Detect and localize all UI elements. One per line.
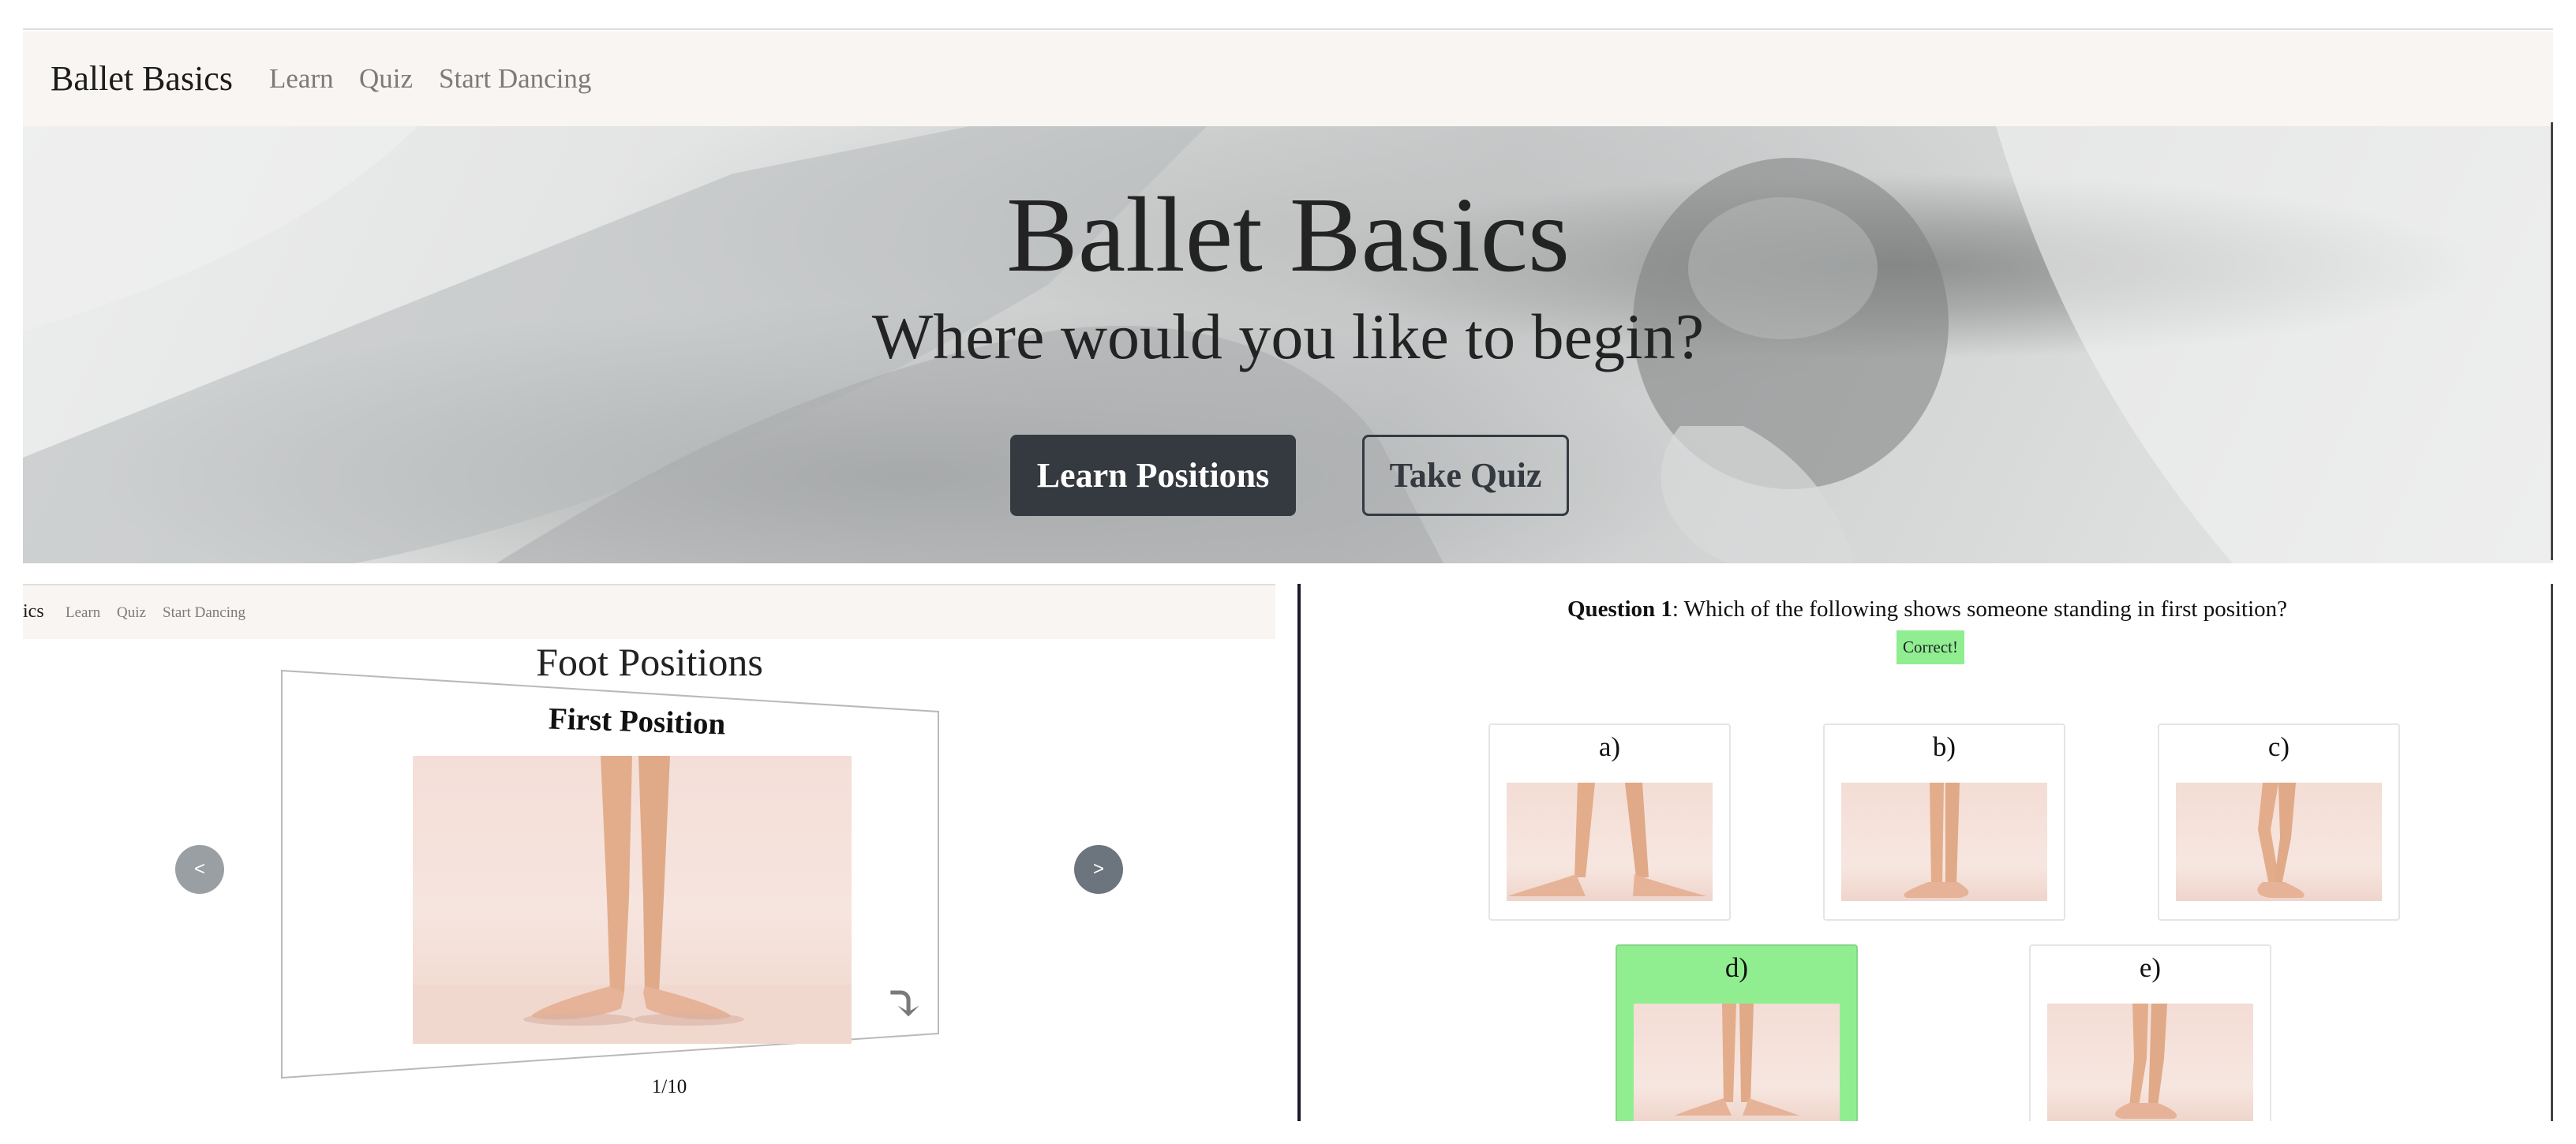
landing-page-panel: Ballet Basics Learn Quiz Start Dancing B… (23, 28, 2553, 563)
flashcard[interactable]: First Position ⤵ (280, 667, 940, 1081)
option-label: a) (1598, 731, 1621, 762)
next-card-button[interactable]: > (1074, 845, 1123, 894)
option-label: e) (2139, 952, 2162, 983)
panel-divider (1297, 584, 1301, 1121)
answer-option-c[interactable]: c) (2158, 723, 2400, 921)
panel-edge (2551, 584, 2553, 1121)
navbar-brand[interactable]: Ballet Basics (51, 58, 233, 99)
hero-banner: Ballet Basics Where would you like to be… (23, 126, 2553, 563)
option-photo (1634, 1004, 1840, 1121)
nav-link-quiz[interactable]: Quiz (359, 63, 413, 95)
answer-option-e[interactable]: e) (2029, 944, 2271, 1121)
question-text: : Which of the following shows someone s… (1672, 596, 2288, 622)
take-quiz-button[interactable]: Take Quiz (1362, 435, 1569, 516)
previous-card-button[interactable]: < (175, 845, 224, 894)
option-photo (2176, 783, 2382, 901)
navbar: Ballet Basics Learn Quiz Start Dancing (23, 32, 2553, 126)
hero-subtitle: Where would you like to begin? (871, 301, 1705, 372)
option-photo (2047, 1004, 2253, 1121)
learn-navbar: ics Learn Quiz Start Dancing (23, 584, 1275, 639)
option-label: b) (1932, 731, 1956, 762)
flashcard-heading: First Position (548, 701, 726, 742)
question-number: Question 1 (1567, 596, 1672, 622)
learn-positions-button[interactable]: Learn Positions (1010, 435, 1296, 516)
quiz-page-panel: Question 1: Which of the following shows… (1302, 584, 2552, 1121)
answer-option-d[interactable]: d) (1616, 944, 1858, 1121)
learn-page-panel: ics Learn Quiz Start Dancing Foot Positi… (0, 584, 1275, 1144)
option-photo (1507, 783, 1713, 901)
hero-title: Ballet Basics (1006, 176, 1570, 294)
answer-option-b[interactable]: b) (1823, 723, 2065, 921)
first-position-photo (413, 756, 852, 1044)
nav-link-start-dancing[interactable]: Start Dancing (439, 63, 591, 95)
panel-edge (2551, 122, 2553, 560)
feedback-badge: Correct! (1896, 630, 1964, 664)
nav-link-quiz[interactable]: Quiz (117, 604, 146, 622)
curved-arrow-down-icon[interactable]: ⤵ (883, 975, 926, 1034)
navbar-brand[interactable]: ics (23, 601, 44, 622)
quiz-question: Question 1: Which of the following shows… (1302, 596, 2552, 622)
card-page-counter: 1/10 (651, 1076, 687, 1097)
nav-link-learn[interactable]: Learn (66, 604, 100, 622)
option-label: c) (2267, 731, 2290, 762)
nav-link-start-dancing[interactable]: Start Dancing (163, 604, 245, 622)
nav-link-learn[interactable]: Learn (269, 63, 334, 95)
option-label: d) (1724, 952, 1749, 983)
option-photo (1841, 783, 2047, 901)
answer-option-a[interactable]: a) (1488, 723, 1731, 921)
